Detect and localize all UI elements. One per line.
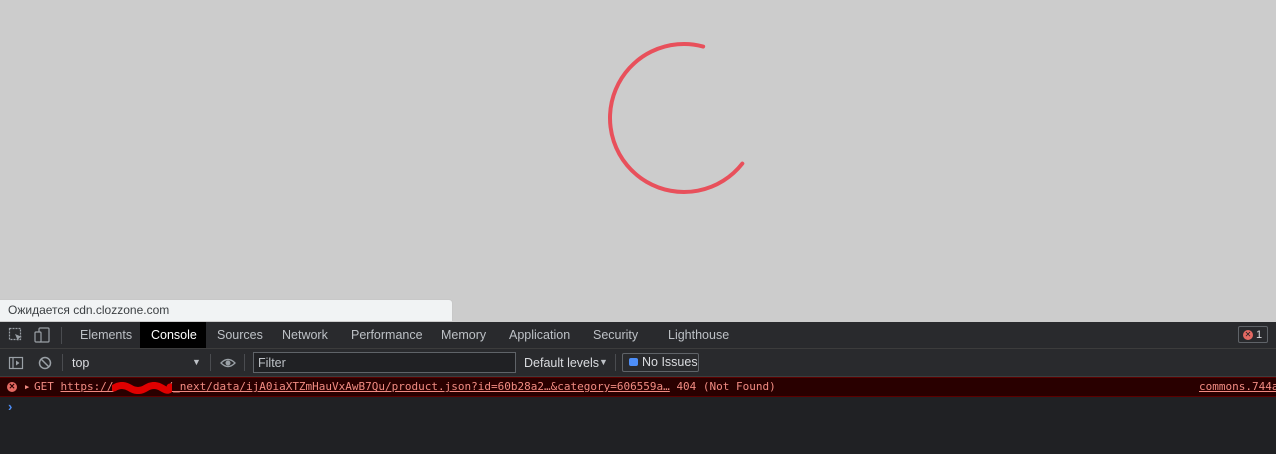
- tab-console[interactable]: Console: [140, 322, 206, 348]
- toolbar-divider: [615, 354, 616, 371]
- chevron-down-icon[interactable]: ▼: [192, 349, 201, 376]
- request-url-start: https://: [60, 380, 114, 393]
- toolbar-divider: [244, 354, 245, 371]
- tab-security[interactable]: Security: [593, 322, 638, 348]
- console-prompt[interactable]: ›: [8, 399, 12, 414]
- issues-button[interactable]: No Issues: [622, 353, 699, 372]
- devtools-tabbar: Elements Console Sources Network Perform…: [0, 322, 1276, 349]
- inspect-element-icon[interactable]: [8, 327, 24, 343]
- request-url-end: /_next/data/ijA0iaXTZmHauVxAwB7Qu/produc…: [166, 380, 670, 393]
- log-levels-dropdown[interactable]: Default levels: [524, 349, 599, 377]
- filter-input[interactable]: [253, 352, 516, 373]
- toolbar-divider: [61, 327, 62, 344]
- tab-network[interactable]: Network: [282, 322, 328, 348]
- tab-application[interactable]: Application: [509, 322, 570, 348]
- error-icon: ✕: [1243, 330, 1253, 340]
- toolbar-divider: [62, 354, 63, 371]
- status-text: Ожидается cdn.clozzone.com: [8, 303, 170, 317]
- eye-icon[interactable]: [220, 355, 236, 371]
- response-status: 404 (Not Found): [676, 380, 776, 393]
- redaction-scribble: [112, 382, 172, 394]
- devtools-panel: Elements Console Sources Network Perform…: [0, 322, 1276, 454]
- tab-lighthouse[interactable]: Lighthouse: [668, 322, 729, 348]
- page-viewport: [0, 0, 1276, 322]
- request-method: GET: [34, 380, 54, 393]
- tab-elements[interactable]: Elements: [72, 322, 138, 348]
- device-toolbar-icon[interactable]: [34, 327, 50, 343]
- issues-label: No Issues: [642, 355, 698, 369]
- expand-triangle-icon[interactable]: ▶: [25, 378, 29, 396]
- chevron-down-icon[interactable]: ▼: [599, 349, 608, 376]
- error-count-badge[interactable]: ✕ 1: [1238, 326, 1268, 343]
- tab-performance[interactable]: Performance: [351, 322, 423, 348]
- context-selector[interactable]: top: [72, 349, 89, 377]
- toolbar-divider: [210, 354, 211, 371]
- tab-sources[interactable]: Sources: [217, 322, 263, 348]
- console-toolbar: top ▼ Default levels ▼ No Issues: [0, 349, 1276, 377]
- tab-memory[interactable]: Memory: [441, 322, 486, 348]
- issues-icon: [629, 358, 638, 366]
- error-count: 1: [1256, 329, 1263, 341]
- loading-spinner: [608, 42, 745, 194]
- status-bar: Ожидается cdn.clozzone.com: [0, 299, 453, 321]
- source-link[interactable]: commons.744a: [1199, 378, 1276, 396]
- clear-console-icon[interactable]: [37, 355, 53, 371]
- console-error-message[interactable]: ✕ ▶ GET https:// /_next/data/ijA0iaXTZmHa…: [0, 377, 1276, 397]
- sidebar-toggle-icon[interactable]: [8, 355, 24, 371]
- error-icon: ✕: [7, 382, 17, 392]
